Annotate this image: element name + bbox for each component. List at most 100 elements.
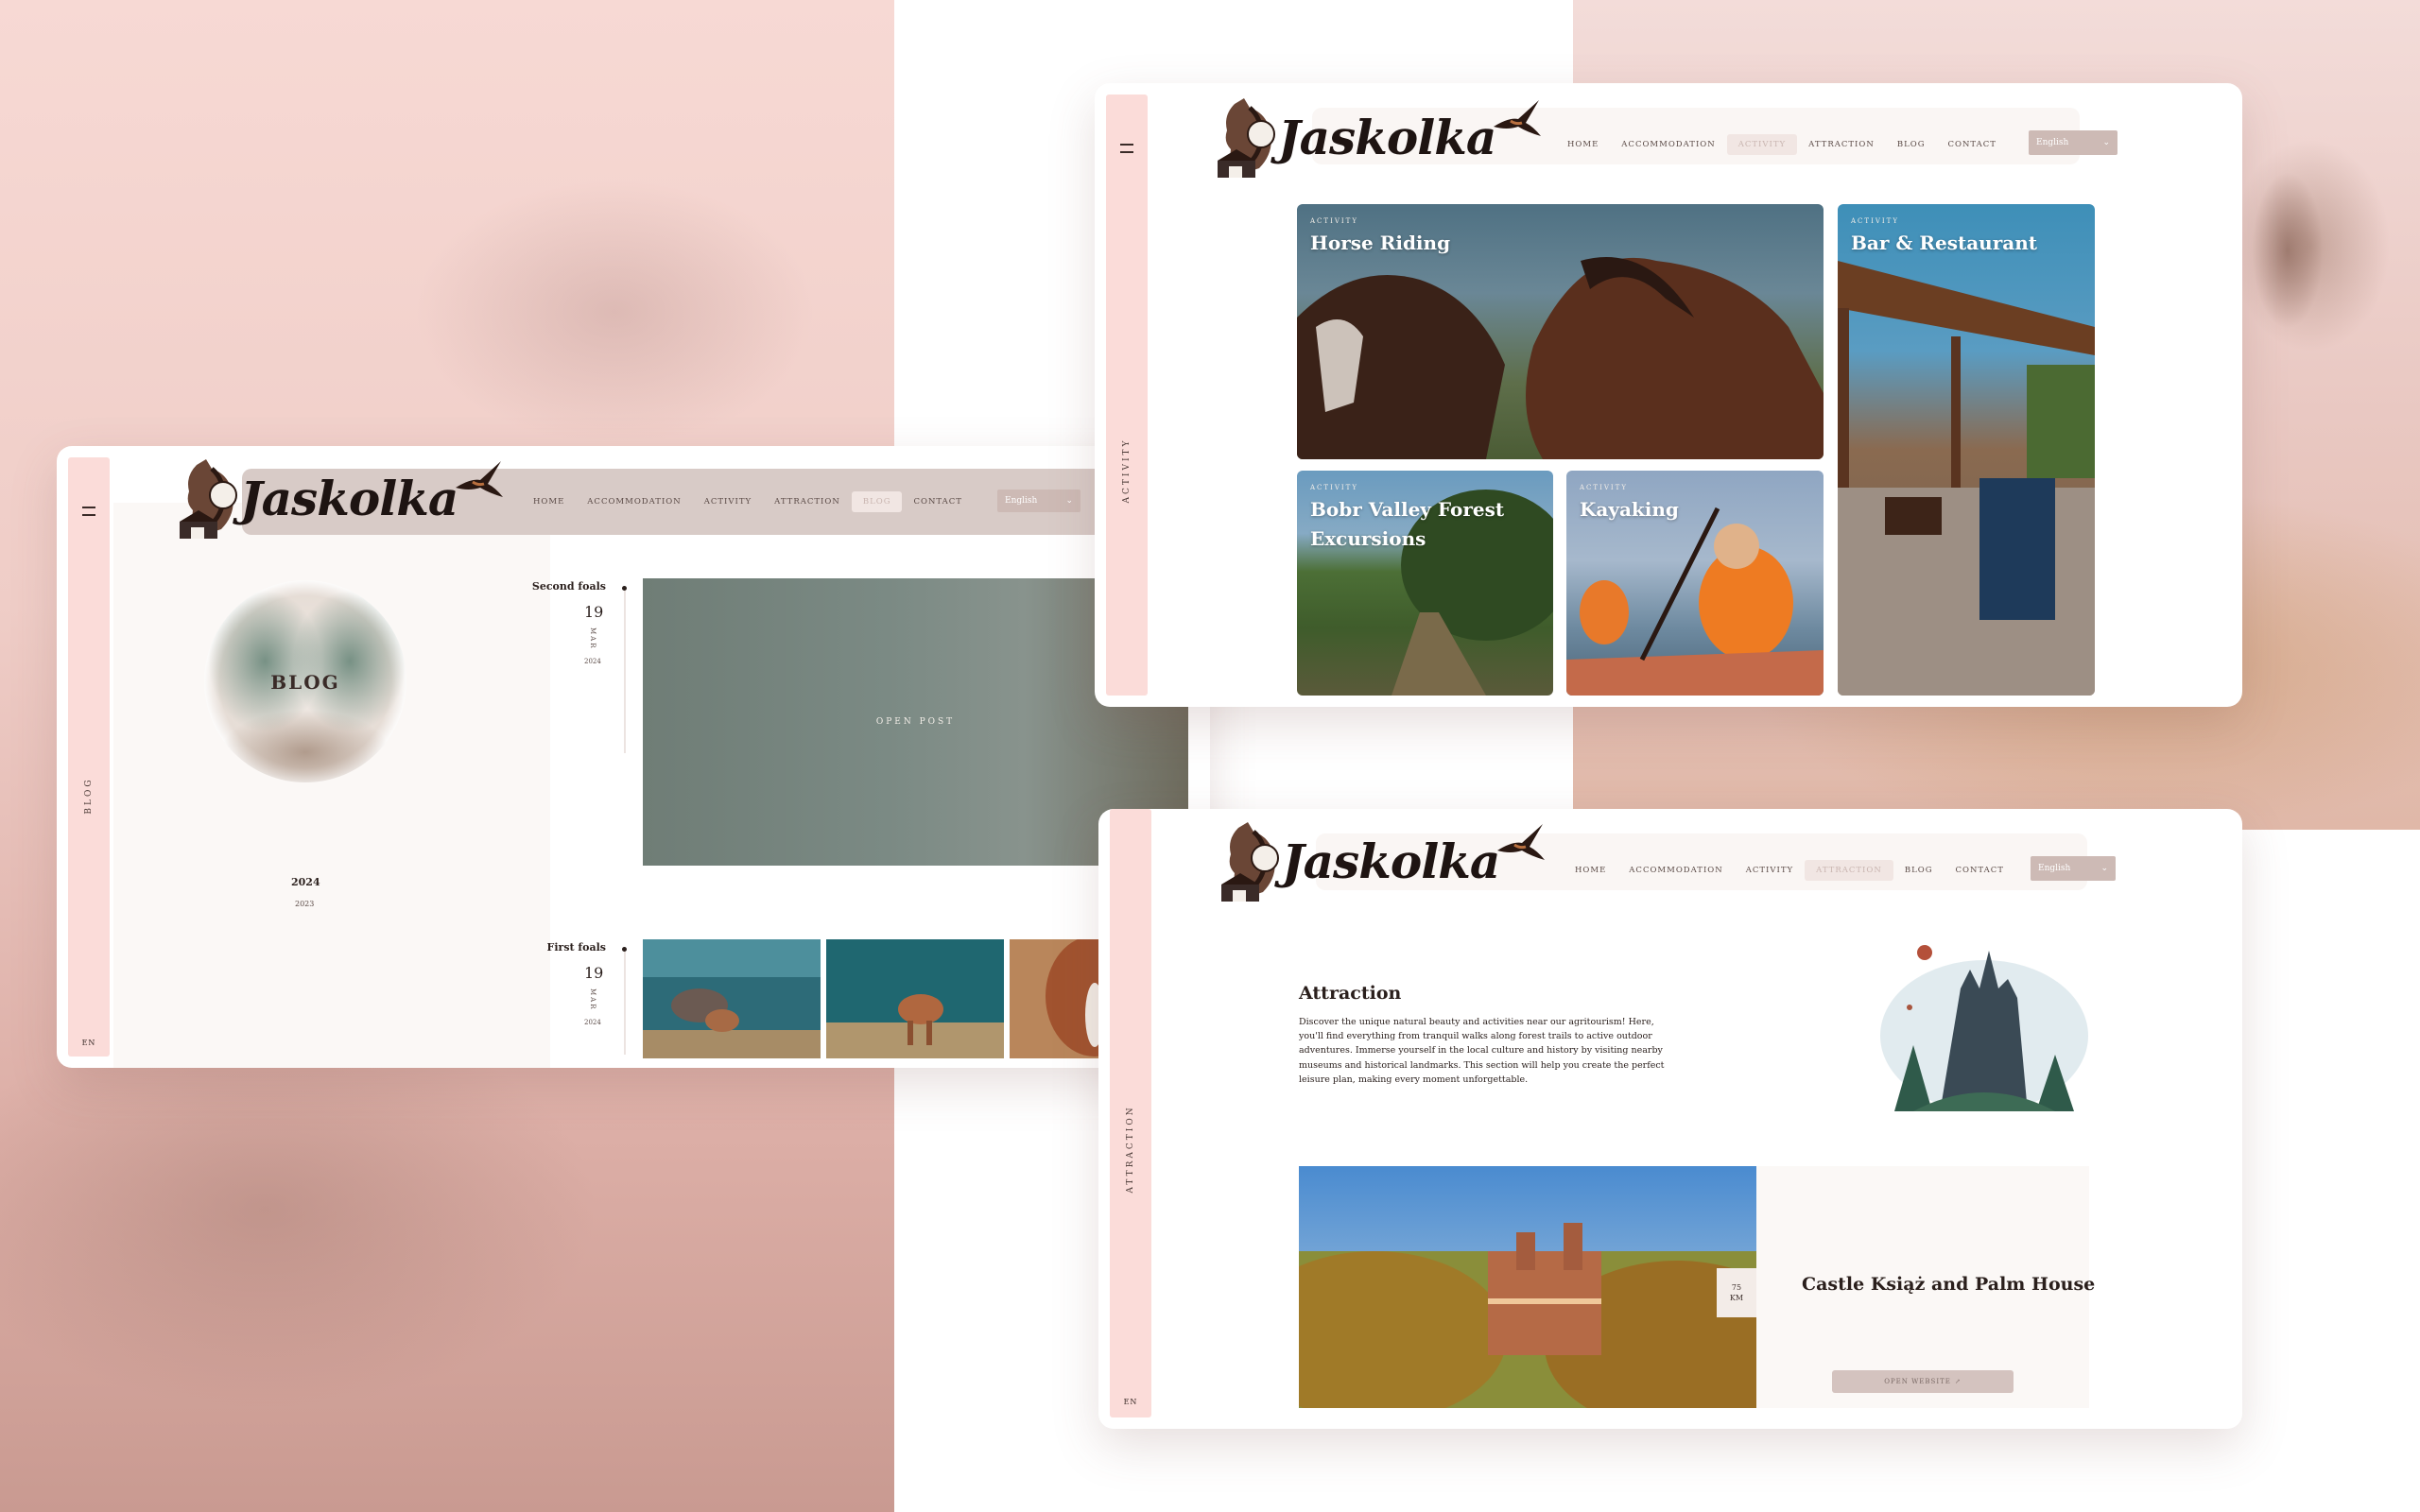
activity-tile-kayaking[interactable]: ACTIVITY Kayaking	[1566, 471, 1824, 696]
restaurant-photo	[1838, 261, 2095, 696]
nav-blog[interactable]: BLOG	[851, 491, 903, 512]
nav-attraction[interactable]: ATTRACTION	[1805, 860, 1893, 881]
nav-activity[interactable]: ACTIVITY	[693, 491, 763, 512]
nav-home[interactable]: HOME	[1556, 134, 1610, 155]
open-website-label: OPEN WEBSITE	[1884, 1378, 1951, 1385]
post-thumbnail-foal-2[interactable]	[826, 939, 1004, 1058]
nav-contact[interactable]: CONTACT	[902, 491, 973, 512]
tile-title: Bar & Restaurant	[1851, 232, 2038, 254]
logo[interactable]: Jaskolka	[1218, 94, 1543, 180]
language-select-value: English	[1005, 496, 1038, 506]
activity-tile-bar-restaurant[interactable]: ACTIVITY Bar & Restaurant	[1838, 204, 2095, 696]
nav-accommodation[interactable]: ACCOMMODATION	[1610, 134, 1726, 155]
side-rail: BLOG EN	[68, 457, 110, 1057]
timeline-dot	[622, 586, 627, 591]
horse-logo-icon	[1221, 822, 1279, 902]
distance-unit: KM	[1729, 1294, 1744, 1302]
logo[interactable]: Jaskolka	[1221, 818, 1547, 903]
nav-accommodation[interactable]: ACCOMMODATION	[1617, 860, 1734, 881]
attraction-page-card: ATTRACTION EN Jaskolka HOME ACCOMMODATIO…	[1098, 809, 2242, 1429]
post-year: 2024	[584, 1019, 601, 1026]
attraction-photo[interactable]	[1299, 1166, 1756, 1408]
tile-title: Bobr Valley Forest Excursions	[1310, 498, 1505, 550]
timeline-dot	[622, 947, 627, 952]
external-link-icon: ↗	[1954, 1378, 1962, 1385]
year-filter-previous[interactable]: 2023	[295, 900, 314, 908]
menu-icon[interactable]	[1120, 144, 1133, 153]
tile-tag: ACTIVITY	[1580, 484, 1628, 491]
post-year: 2024	[584, 658, 601, 665]
language-short[interactable]: EN	[1110, 1398, 1151, 1406]
chevron-down-icon: ⌄	[2102, 138, 2110, 147]
language-short[interactable]: EN	[68, 1039, 110, 1047]
blog-hero-illustration: BLOG	[204, 580, 406, 782]
rail-label: ATTRACTION	[1126, 1105, 1135, 1194]
post-title[interactable]: First foals	[516, 941, 606, 954]
activity-tile-forest-excursions[interactable]: ACTIVITY Bobr Valley Forest Excursions	[1297, 471, 1553, 696]
chevron-down-icon: ⌄	[2100, 864, 2108, 873]
language-select[interactable]: English ⌄	[2031, 856, 2116, 881]
blog-hero-title: BLOG	[270, 671, 340, 695]
open-post-link[interactable]: OPEN POST	[876, 717, 955, 727]
blog-page-card: BLOG EN Jaskolka HOME ACCOMMODATION ACTI…	[57, 446, 1210, 1068]
swallow-icon	[456, 461, 504, 497]
horse-logo-icon	[180, 459, 237, 539]
nav-attraction[interactable]: ATTRACTION	[1797, 134, 1886, 155]
post-month: MAR	[589, 627, 596, 650]
rail-label: BLOG	[84, 777, 94, 815]
timeline-line	[624, 951, 626, 1055]
tile-tag: ACTIVITY	[1310, 217, 1358, 225]
side-rail: ACTIVITY	[1106, 94, 1148, 696]
logo[interactable]: Jaskolka	[180, 455, 505, 541]
main-nav: HOME ACCOMMODATION ACTIVITY ATTRACTION B…	[522, 491, 974, 512]
attraction-name: Castle Książ and Palm House	[1802, 1274, 2096, 1295]
post-day: 19	[584, 603, 604, 621]
open-website-button[interactable]: OPEN WEBSITE ↗	[1832, 1370, 2014, 1393]
post-thumbnail-foal-1[interactable]	[643, 939, 821, 1058]
rail-label: ACTIVITY	[1122, 438, 1132, 504]
logo-text: Jaskolka	[1278, 109, 1496, 165]
language-select[interactable]: English ⌄	[2029, 130, 2118, 155]
horse-logo-icon	[1218, 98, 1275, 178]
nav-contact[interactable]: CONTACT	[1944, 860, 2014, 881]
tile-title: Horse Riding	[1310, 232, 1451, 254]
page-title: Attraction	[1299, 983, 1402, 1004]
nav-activity[interactable]: ACTIVITY	[1726, 134, 1798, 155]
language-select-value: English	[2038, 864, 2071, 873]
nav-activity[interactable]: ACTIVITY	[1735, 860, 1805, 881]
logo-text: Jaskolka	[1282, 833, 1500, 889]
menu-icon[interactable]	[82, 507, 95, 516]
activity-page-card: ACTIVITY Jaskolka HOME ACCOMMODATION ACT…	[1095, 83, 2242, 707]
background-horse	[2231, 142, 2344, 359]
activity-tile-horse-riding[interactable]: ACTIVITY Horse Riding	[1297, 204, 1824, 459]
distance-value: 75	[1731, 1283, 1742, 1292]
page-description: Discover the unique natural beauty and a…	[1299, 1017, 1665, 1085]
swallow-icon	[1494, 100, 1542, 136]
language-select-value: English	[2036, 138, 2069, 147]
post-day: 19	[584, 964, 604, 982]
tile-tag: ACTIVITY	[1310, 484, 1358, 491]
nav-accommodation[interactable]: ACCOMMODATION	[576, 491, 692, 512]
castle-watercolor-illustration	[1880, 945, 2088, 1111]
main-nav: HOME ACCOMMODATION ACTIVITY ATTRACTION B…	[1556, 134, 2008, 155]
main-nav: HOME ACCOMMODATION ACTIVITY ATTRACTION B…	[1564, 860, 2015, 881]
side-rail: ATTRACTION EN	[1110, 809, 1151, 1418]
nav-home[interactable]: HOME	[522, 491, 576, 512]
nav-blog[interactable]: BLOG	[1886, 134, 1937, 155]
post-month: MAR	[589, 988, 596, 1011]
chevron-down-icon: ⌄	[1065, 496, 1073, 506]
tile-tag: ACTIVITY	[1851, 217, 1899, 225]
post-title[interactable]: Second foals	[516, 580, 606, 593]
castle-photo	[1299, 1166, 1756, 1408]
nav-contact[interactable]: CONTACT	[1936, 134, 2007, 155]
tile-title: Kayaking	[1580, 498, 1679, 521]
swallow-icon	[1497, 824, 1546, 860]
nav-attraction[interactable]: ATTRACTION	[763, 491, 852, 512]
nav-home[interactable]: HOME	[1564, 860, 1617, 881]
timeline-line	[624, 588, 626, 753]
year-filter-current[interactable]: 2024	[291, 876, 320, 888]
distance-badge: 75 KM	[1717, 1268, 1756, 1317]
language-select[interactable]: English ⌄	[997, 490, 1080, 512]
logo-text: Jaskolka	[240, 470, 458, 526]
nav-blog[interactable]: BLOG	[1893, 860, 1945, 881]
